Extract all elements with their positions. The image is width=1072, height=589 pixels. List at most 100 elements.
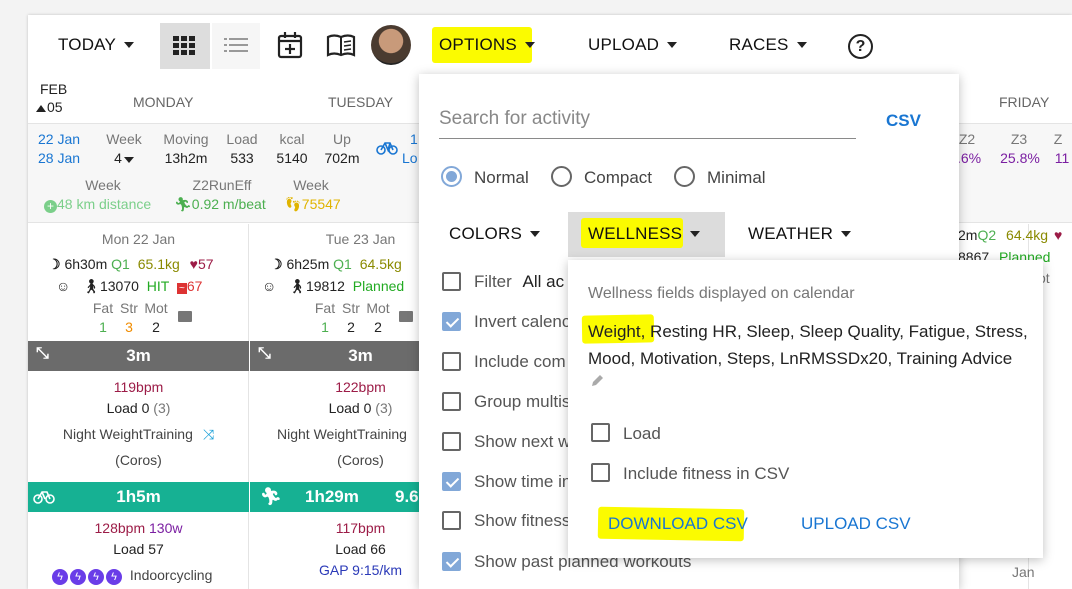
summary-z3-label: Z3 xyxy=(1010,131,1028,147)
shownext-checkbox[interactable] xyxy=(442,432,461,451)
summary-eff-value: 0.92 m/beat xyxy=(191,196,266,212)
races-button[interactable]: RACES xyxy=(729,15,807,75)
colors-button[interactable]: COLORS xyxy=(449,204,540,264)
comment-icon[interactable] xyxy=(399,311,413,322)
weather-label: WEATHER xyxy=(748,224,834,243)
today-button[interactable]: TODAY xyxy=(58,15,134,75)
moon-icon: ☽ xyxy=(270,256,283,272)
avatar[interactable] xyxy=(371,25,411,65)
invert-label: Invert calenc xyxy=(474,312,571,331)
load-checkbox[interactable] xyxy=(591,423,610,442)
tue-sleep: 6h25m xyxy=(286,256,330,272)
group-checkbox[interactable] xyxy=(442,392,461,411)
tue-weight: 64.5kg xyxy=(359,256,402,272)
showtime-label: Show time in xyxy=(474,472,572,491)
upload-button[interactable]: UPLOAD xyxy=(588,15,678,75)
mon-hit: HIT xyxy=(146,278,170,294)
colors-label: COLORS xyxy=(449,224,522,243)
wellness-fields-list[interactable]: Weight, Resting HR, Sleep, Sleep Quality… xyxy=(588,318,1028,372)
tue-activity1-name[interactable]: Night WeightTraining xyxy=(277,426,407,442)
tue-wellness-row1: ☽ 6h25m Q1 64.5kg xyxy=(270,256,402,273)
summary-row2-week1: Week xyxy=(85,177,121,193)
summary-z-cut-label: Z xyxy=(1053,131,1063,147)
tue-mot-value: 2 xyxy=(374,319,382,335)
footprints-icon: 👣︎ xyxy=(284,196,302,212)
runner-icon: 🏃︎ xyxy=(260,487,282,506)
training-plan-button[interactable] xyxy=(326,34,356,58)
chevron-down-icon xyxy=(796,42,807,48)
download-csv-button[interactable]: DOWNLOAD CSV xyxy=(608,514,748,534)
mon-activity2-header[interactable]: 1h5m xyxy=(28,482,249,512)
book-icon xyxy=(326,34,356,57)
heart-icon: ♥ xyxy=(189,256,198,272)
chevron-down-icon xyxy=(841,231,852,237)
mon-str-value: 3 xyxy=(125,319,133,335)
summary-load-value: 533 xyxy=(230,150,254,166)
heart-icon: ♥ xyxy=(1053,227,1063,243)
filter-checkbox[interactable] xyxy=(442,272,461,291)
options-button[interactable]: OPTIONS xyxy=(439,15,535,75)
moon-icon: ☽ xyxy=(48,256,61,272)
layout-compact-radio[interactable] xyxy=(551,166,572,187)
summary-moving-value: 13h2m xyxy=(164,150,208,166)
mon-activity1-load-value: Load 0 xyxy=(106,400,150,416)
tue-q: Q1 xyxy=(333,256,352,272)
upload-label: UPLOAD xyxy=(588,35,660,54)
invert-checkbox[interactable] xyxy=(442,312,461,331)
shownext-label: Show next w xyxy=(474,432,571,451)
tue-planned: Planned xyxy=(352,278,405,294)
layout-minimal-radio[interactable] xyxy=(674,166,695,187)
showpast-checkbox[interactable] xyxy=(442,552,461,571)
wellness-button[interactable]: WELLNESS xyxy=(588,204,701,264)
bolt-icon: ϟ xyxy=(52,569,68,585)
smiley-icon: ☺ xyxy=(262,278,277,294)
list-view-button[interactable] xyxy=(212,23,260,69)
upload-csv-button[interactable]: UPLOAD CSV xyxy=(801,514,911,534)
summary-date-from[interactable]: 22 Jan xyxy=(38,131,80,147)
mon-activity1-name[interactable]: Night WeightTraining ⤨ xyxy=(28,426,249,443)
summary-kcal-label: kcal xyxy=(279,131,305,147)
fri-sleep-cut: 2m xyxy=(958,227,978,243)
mon-hr: 57 xyxy=(197,256,214,272)
include-checkbox[interactable] xyxy=(442,352,461,371)
pencil-icon[interactable] xyxy=(590,374,604,388)
help-icon[interactable]: ? xyxy=(848,34,873,59)
filter-label: Filter All ac xyxy=(474,272,564,292)
mon-activity2-name: Indoorcycling xyxy=(129,567,213,583)
activity-search-input[interactable]: Search for activity xyxy=(439,108,856,130)
summary-eff: 🏃︎0.92 m/beat xyxy=(174,196,266,213)
bike-icon xyxy=(376,142,398,155)
summary-week-value[interactable]: 4 xyxy=(104,150,144,166)
tue-activity2-duration: 1h29m xyxy=(305,487,359,506)
mon-sleep: 6h30m xyxy=(64,256,108,272)
weather-button[interactable]: WEATHER xyxy=(748,204,852,264)
week-selector[interactable]: 05 xyxy=(36,99,63,115)
mon-weight: 65.1kg xyxy=(137,256,180,272)
csv-button[interactable]: CSV xyxy=(886,111,921,131)
tue-activity1-load-value: Load 0 xyxy=(328,400,372,416)
week-number: 05 xyxy=(47,99,63,115)
sync-off-icon: ⤨ xyxy=(202,426,215,442)
fri-q: Q2 xyxy=(977,227,997,243)
summary-date-to[interactable]: 28 Jan xyxy=(38,150,80,166)
filter-label-text: Filter xyxy=(474,272,512,291)
day-header-tuesday: TUESDAY xyxy=(328,94,394,110)
plus-circle-icon: + xyxy=(44,200,57,213)
mon-activity1-header[interactable]: ⤡ 3m xyxy=(28,341,249,371)
include-fitness-checkbox[interactable] xyxy=(591,463,610,482)
mon-activity2-load: Load 57 xyxy=(113,541,164,557)
comment-icon[interactable] xyxy=(178,311,192,322)
mon-mot-value: 2 xyxy=(152,319,160,335)
bolt-icon: ϟ xyxy=(88,569,104,585)
day-header-monday: MONDAY xyxy=(133,94,194,110)
showtime-checkbox[interactable] xyxy=(442,472,461,491)
showfitness-checkbox[interactable] xyxy=(442,511,461,530)
grid-view-button[interactable] xyxy=(160,23,210,69)
mon-activity2-duration: 1h5m xyxy=(116,487,161,506)
include-label: Include com xyxy=(474,352,566,371)
layout-normal-radio[interactable] xyxy=(441,166,462,187)
add-event-button[interactable] xyxy=(277,31,303,59)
chevron-down-icon xyxy=(690,231,701,237)
options-label: OPTIONS xyxy=(439,35,517,54)
layout-minimal-label: Minimal xyxy=(707,168,766,187)
